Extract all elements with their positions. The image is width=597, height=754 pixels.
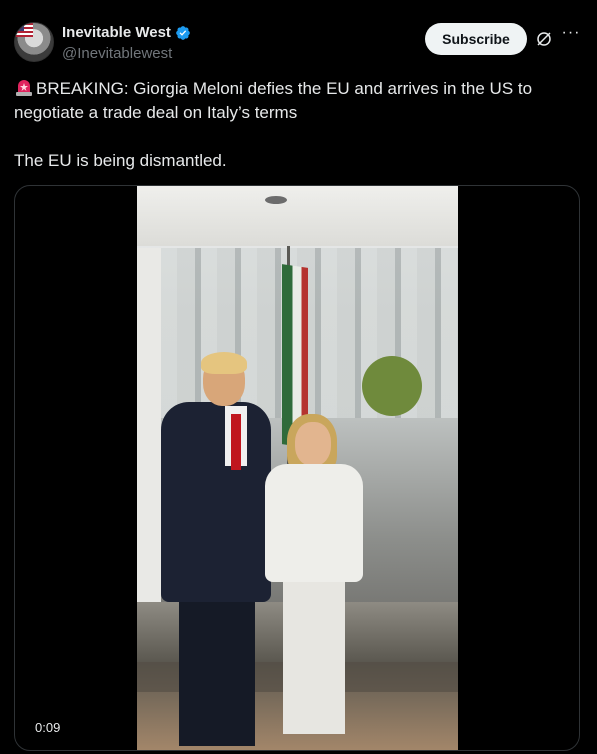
person-left-suit — [161, 402, 271, 602]
tweet-line-1-text: BREAKING: Giorgia Meloni defies the EU a… — [14, 79, 533, 122]
person-left-tie — [231, 414, 241, 470]
video-player[interactable] — [137, 186, 458, 750]
verified-badge-icon — [176, 25, 190, 40]
person-left-legs — [179, 596, 255, 746]
video-scene-canopy — [137, 186, 458, 246]
author-names: Inevitable West @Inevitablewest — [62, 24, 191, 62]
video-duration-badge: 0:09 — [35, 720, 61, 735]
tweet-line-1: BREAKING: Giorgia Meloni defies the EU a… — [14, 77, 584, 125]
siren-emoji-icon — [16, 80, 32, 96]
person-right-head — [295, 422, 331, 466]
author-display-name[interactable]: Inevitable West — [62, 24, 171, 41]
more-icon[interactable]: ··· — [561, 25, 581, 46]
author-handle[interactable]: @Inevitablewest — [62, 45, 191, 62]
video-media-card[interactable]: 0:09 — [14, 185, 580, 751]
video-scene-person-right — [265, 414, 363, 750]
tweet-header: Inevitable West @Inevitablewest Subscrib… — [14, 22, 583, 64]
avatar-flag-graphic — [15, 23, 33, 37]
tweet-text: BREAKING: Giorgia Meloni defies the EU a… — [14, 77, 584, 173]
video-scene-light — [265, 196, 287, 204]
person-right-pants — [283, 574, 345, 734]
video-scene-person-left — [161, 352, 271, 750]
subscribe-button[interactable]: Subscribe — [425, 23, 527, 55]
avatar[interactable] — [14, 22, 54, 62]
person-left-hair — [201, 352, 247, 374]
tweet-line-2: The EU is being dismantled. — [14, 151, 227, 170]
grok-icon[interactable] — [535, 30, 553, 48]
person-right-jacket — [265, 464, 363, 582]
author-display-name-row[interactable]: Inevitable West — [62, 24, 191, 41]
video-scene-tree — [362, 356, 422, 416]
